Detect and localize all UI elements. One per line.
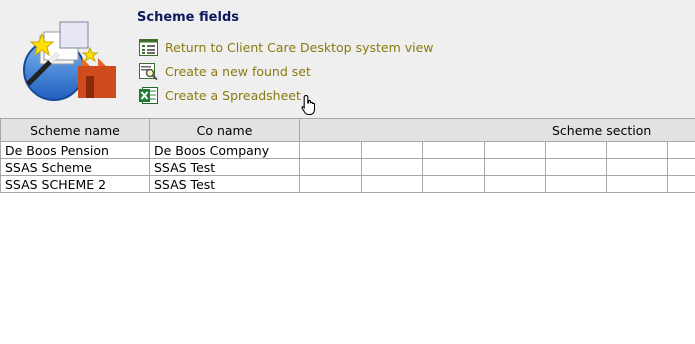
scheme-section-label: Scheme section	[552, 122, 652, 138]
cell-scheme-section[interactable]	[361, 141, 423, 159]
cell-scheme-section[interactable]	[484, 158, 546, 176]
scheme-table: Scheme name Co name Scheme section De Bo…	[0, 118, 695, 193]
cell-scheme-section[interactable]	[666, 175, 695, 193]
table-row[interactable]: SSAS Scheme SSAS Test	[0, 158, 695, 176]
create-spreadsheet-link[interactable]: Create a Spreadsheet	[139, 86, 301, 104]
cell-co-name[interactable]: SSAS Test	[149, 175, 300, 193]
list-view-icon	[139, 38, 158, 56]
cell-scheme-section[interactable]	[666, 158, 695, 176]
cell-scheme-section[interactable]	[545, 175, 607, 193]
header-panel: Scheme fields Return to Client Care Desk…	[0, 0, 695, 118]
cell-scheme-name[interactable]: De Boos Pension	[0, 141, 150, 159]
table-row[interactable]: De Boos Pension De Boos Company	[0, 141, 695, 159]
return-desktop-label: Return to Client Care Desktop system vie…	[165, 39, 434, 55]
column-header-scheme-section[interactable]: Scheme section	[298, 118, 695, 142]
cell-co-name[interactable]: SSAS Test	[149, 158, 300, 176]
cell-scheme-section[interactable]	[299, 158, 362, 176]
cell-co-name[interactable]: De Boos Company	[149, 141, 300, 159]
spreadsheet-icon	[139, 86, 158, 104]
new-found-set-label: Create a new found set	[165, 63, 311, 79]
cell-scheme-section[interactable]	[361, 175, 423, 193]
cell-scheme-section[interactable]	[422, 141, 485, 159]
table-row[interactable]: SSAS SCHEME 2 SSAS Test	[0, 175, 695, 193]
cell-scheme-section[interactable]	[422, 175, 485, 193]
cell-scheme-section[interactable]	[299, 175, 362, 193]
cell-scheme-section[interactable]	[484, 175, 546, 193]
find-set-icon	[139, 62, 158, 80]
cell-scheme-section[interactable]	[606, 158, 668, 176]
cell-scheme-section[interactable]	[299, 141, 362, 159]
cell-scheme-section[interactable]	[361, 158, 423, 176]
cell-scheme-name[interactable]: SSAS SCHEME 2	[0, 175, 150, 193]
cell-scheme-section[interactable]	[666, 141, 695, 159]
column-header-scheme-name[interactable]: Scheme name	[0, 118, 150, 142]
cell-scheme-section[interactable]	[545, 141, 607, 159]
return-desktop-link[interactable]: Return to Client Care Desktop system vie…	[139, 38, 434, 56]
create-spreadsheet-label: Create a Spreadsheet	[165, 87, 301, 103]
page-title: Scheme fields	[137, 10, 239, 25]
column-header-co-name[interactable]: Co name	[149, 118, 300, 142]
cell-scheme-section[interactable]	[606, 175, 668, 193]
cell-scheme-section[interactable]	[545, 158, 607, 176]
scheme-wizard-logo-icon	[23, 21, 116, 101]
new-found-set-link[interactable]: Create a new found set	[139, 62, 311, 80]
cell-scheme-section[interactable]	[484, 141, 546, 159]
cell-scheme-section[interactable]	[606, 141, 668, 159]
hand-cursor-icon	[301, 94, 316, 116]
cell-scheme-name[interactable]: SSAS Scheme	[0, 158, 150, 176]
cell-scheme-section[interactable]	[422, 158, 485, 176]
table-header-row: Scheme name Co name Scheme section	[0, 118, 695, 142]
